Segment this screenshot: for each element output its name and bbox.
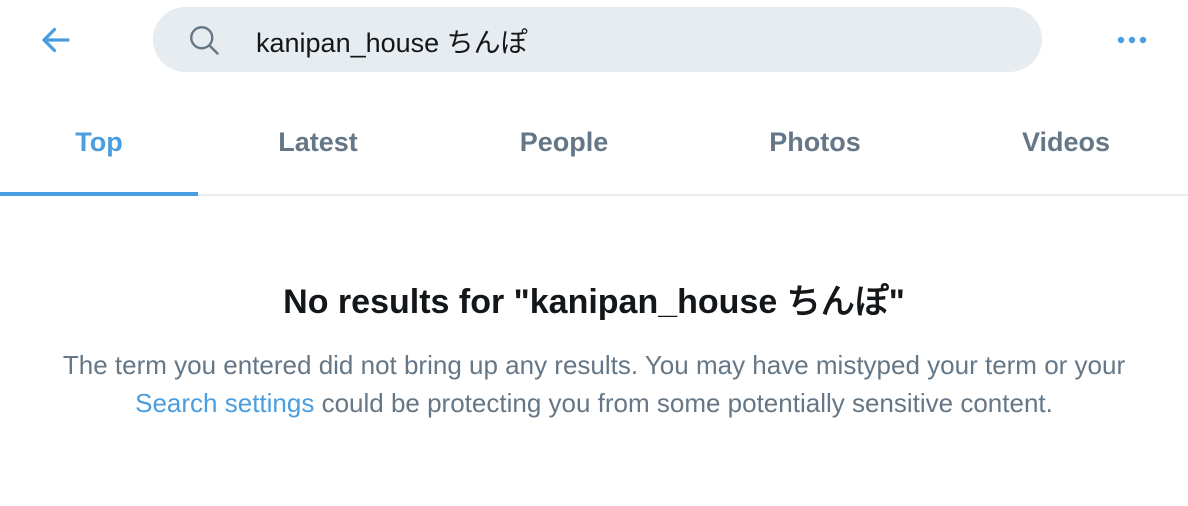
- search-tabs: Top Latest People Photos Videos: [0, 90, 1188, 196]
- search-icon: [190, 26, 219, 55]
- tab-videos[interactable]: Videos: [966, 90, 1166, 194]
- tab-photos[interactable]: Photos: [715, 90, 915, 194]
- more-horizontal-icon: [1117, 36, 1147, 44]
- active-tab-indicator: [0, 192, 198, 196]
- no-results-title: No results for "kanipan_house ちんぽ": [283, 283, 905, 321]
- search-settings-link[interactable]: Search settings: [135, 388, 314, 418]
- tab-top[interactable]: Top: [0, 90, 198, 194]
- search-input[interactable]: [256, 20, 996, 60]
- tab-people[interactable]: People: [464, 90, 664, 194]
- no-results-message: The term you entered did not bring up an…: [40, 346, 1148, 422]
- search-results-page: Top Latest People Photos Videos No resul…: [0, 0, 1188, 506]
- more-options-button[interactable]: [1108, 22, 1156, 58]
- no-results-text-after: could be protecting you from some potent…: [314, 388, 1053, 418]
- search-header: [0, 0, 1188, 80]
- arrow-left-icon: [42, 27, 70, 53]
- back-button[interactable]: [32, 18, 80, 62]
- no-results-text-before: The term you entered did not bring up an…: [62, 350, 1126, 380]
- tab-latest[interactable]: Latest: [218, 90, 418, 194]
